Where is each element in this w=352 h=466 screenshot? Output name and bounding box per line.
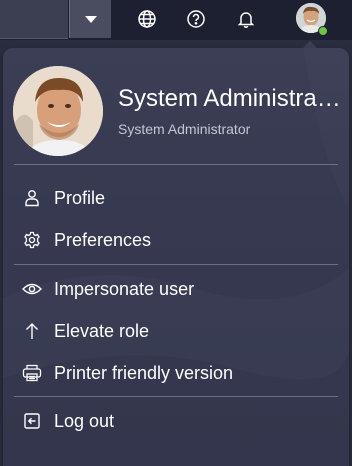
menu-item-profile[interactable]: Profile: [15, 182, 337, 214]
menu-item-label: Preferences: [54, 229, 152, 250]
divider: [14, 164, 338, 165]
menu-item-label: Elevate role: [54, 320, 150, 341]
user-name: System Administra…: [118, 85, 341, 112]
menu-item-preferences[interactable]: Preferences: [15, 224, 337, 256]
avatar: [13, 66, 103, 156]
search-scope-dropdown-button[interactable]: [69, 0, 111, 38]
person-icon: [22, 188, 42, 208]
divider: [14, 396, 338, 397]
gear-icon: [22, 230, 42, 250]
logout-icon: [22, 411, 42, 431]
profile-header: System Administra… System Administrator: [3, 48, 349, 164]
user-role: System Administrator: [118, 121, 251, 137]
menu-item-label: Impersonate user: [54, 278, 195, 299]
menu-item-printer-friendly-version[interactable]: Printer friendly version: [15, 357, 337, 389]
printer-icon: [22, 363, 42, 383]
caret-down-icon: [84, 15, 97, 23]
top-navigation-bar: [0, 0, 352, 40]
search-field[interactable]: [0, 0, 68, 39]
globe-icon[interactable]: [135, 7, 159, 31]
bell-icon[interactable]: [234, 7, 258, 31]
online-status-indicator: [318, 26, 328, 36]
menu-item-elevate-role[interactable]: Elevate role: [15, 315, 337, 347]
menu-item-label: Log out: [54, 410, 115, 431]
eye-icon: [22, 279, 42, 299]
menu-item-label: Profile: [54, 187, 106, 208]
arrow-up-icon: [22, 321, 42, 341]
menu-item-log-out[interactable]: Log out: [15, 405, 337, 437]
user-menu-panel: System Administra… System Administrator …: [3, 48, 349, 466]
menu-item-label: Printer friendly version: [54, 362, 234, 383]
menu-item-impersonate-user[interactable]: Impersonate user: [15, 273, 337, 305]
divider: [14, 264, 338, 265]
help-icon[interactable]: [184, 7, 208, 31]
